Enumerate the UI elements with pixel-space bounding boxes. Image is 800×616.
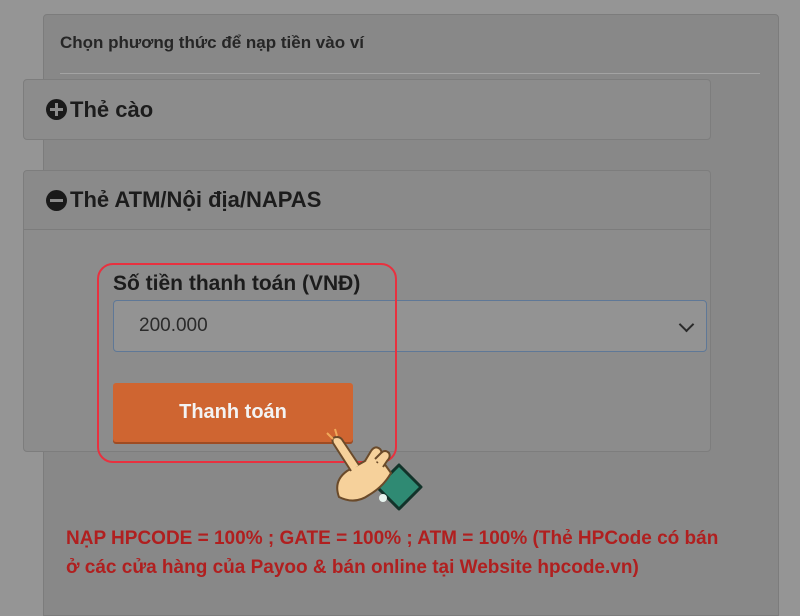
amount-select[interactable]: 200.000 [113,300,707,352]
amount-label: Số tiền thanh toán (VNĐ) [113,272,361,295]
pointing-hand-icon [326,428,423,511]
accordion-header-scratch-card[interactable]: Thẻ cào [24,80,710,139]
promo-notice-line-1: NẠP HPCODE = 100% ; GATE = 100% ; ATM = … [66,528,719,549]
accordion-label: Thẻ cào [70,96,154,122]
pay-button[interactable]: Thanh toán [113,383,353,442]
chevron-down-icon [678,316,695,333]
minus-circle-icon [46,189,67,211]
accordion-header-atm-card[interactable]: Thẻ ATM/Nội địa/NAPAS [24,171,710,230]
accordion-label: Thẻ ATM/Nội địa/NAPAS [70,187,322,212]
amount-select-value: 200.000 [139,315,208,336]
promo-notice-line-2: ở các cửa hàng của Payoo & bán online tạ… [66,557,639,578]
accordion-scratch-card: Thẻ cào [23,79,711,140]
panel-divider [60,73,760,74]
plus-circle-icon [46,99,67,120]
panel-title: Chọn phương thức để nạp tiền vào ví [60,33,364,52]
promo-notice: NẠP HPCODE = 100% ; GATE = 100% ; ATM = … [66,524,766,582]
